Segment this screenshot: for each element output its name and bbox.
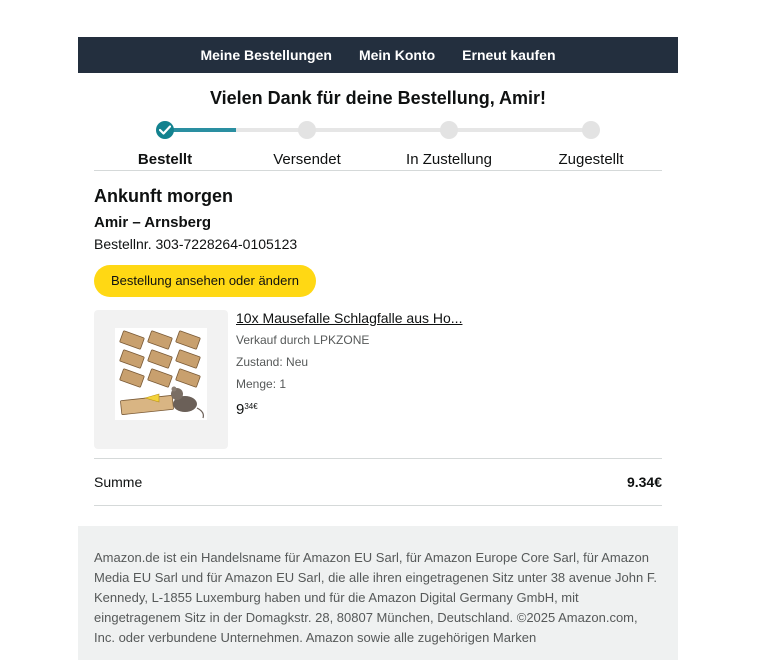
product-title-link[interactable]: 10x Mausefalle Schlagfalle aus Ho... — [236, 310, 462, 327]
legal-footer: Amazon.de ist ein Handelsname für Amazon… — [78, 526, 678, 660]
step-ordered-check-icon — [156, 121, 174, 139]
nav-my-orders-link[interactable]: Meine Bestellungen — [200, 47, 331, 63]
product-quantity: Menge: 1 — [236, 377, 287, 391]
step-label-out-for-delivery: In Zustellung — [406, 151, 492, 168]
mouse-trap-picture — [115, 328, 207, 420]
price-fraction: 34€ — [244, 402, 258, 411]
order-progress-tracker: Bestellt Versendet In Zustellung Zugeste… — [94, 117, 662, 171]
product-details: 10x Mausefalle Schlagfalle aus Ho... Ver… — [236, 310, 462, 449]
product-price: 934€ — [236, 399, 462, 421]
step-label-shipped: Versendet — [273, 151, 341, 168]
total-amount: 9.34€ — [626, 474, 662, 490]
arrival-heading: Ankunft morgen — [94, 186, 233, 206]
step-label-ordered: Bestellt — [137, 151, 193, 168]
nav-my-account-link[interactable]: Mein Konto — [359, 47, 435, 63]
total-label: Summe — [94, 474, 143, 490]
top-navigation: Meine Bestellungen Mein Konto Erneut kau… — [78, 37, 678, 73]
progress-fill — [165, 128, 236, 132]
recipient-name: Amir – Arnsberg — [94, 214, 211, 231]
product-seller: Verkauf durch LPKZONE — [236, 333, 370, 347]
step-shipped-dot — [298, 121, 316, 139]
product-item: 10x Mausefalle Schlagfalle aus Ho... Ver… — [94, 310, 662, 449]
nav-buy-again-link[interactable]: Erneut kaufen — [462, 47, 555, 63]
step-delivered-dot — [582, 121, 600, 139]
step-label-delivered: Zugestellt — [558, 151, 624, 168]
view-or-change-order-button[interactable]: Bestellung ansehen oder ändern — [94, 265, 316, 297]
order-total-row: Summe 9.34€ — [94, 458, 662, 506]
product-condition: Zustand: Neu — [236, 355, 309, 369]
thank-you-heading: Vielen Dank für deine Bestellung, Amir! — [209, 88, 547, 108]
step-out-for-delivery-dot — [440, 121, 458, 139]
legal-text: Amazon.de ist ein Handelsname für Amazon… — [94, 550, 657, 645]
product-image[interactable] — [94, 310, 228, 449]
order-number: Bestellnr. 303-7228264-0105123 — [94, 236, 298, 252]
order-confirmation-email: Meine Bestellungen Mein Konto Erneut kau… — [78, 37, 678, 660]
